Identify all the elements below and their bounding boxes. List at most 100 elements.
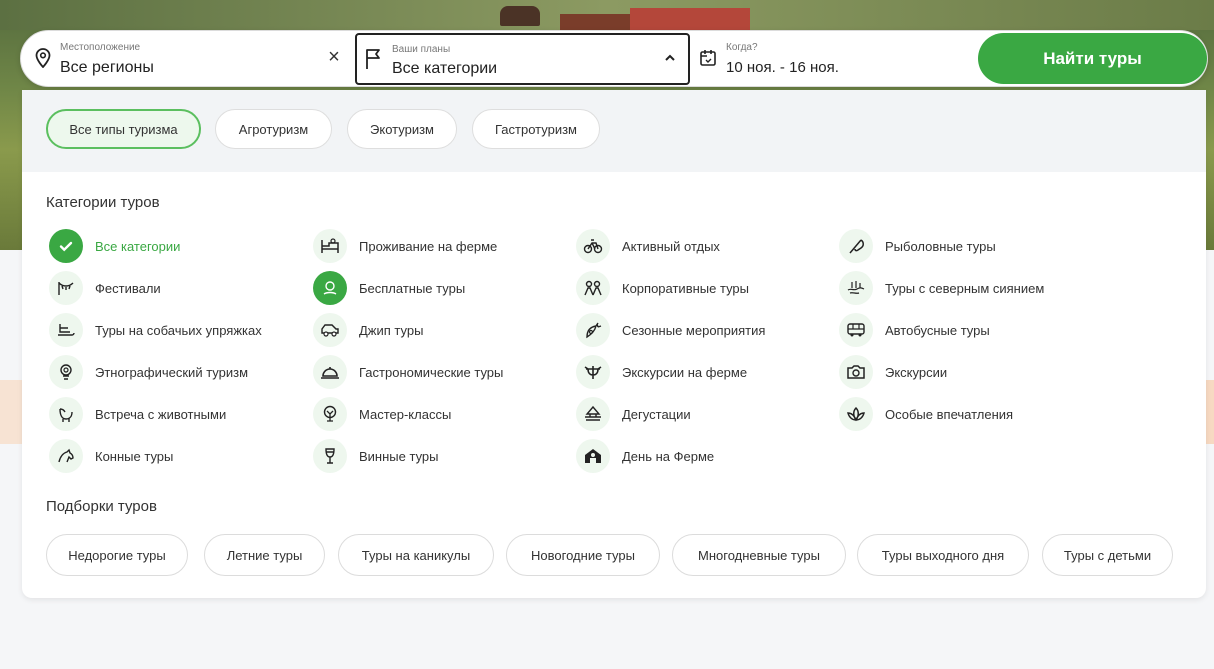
category-special[interactable]: Особые впечатления [839, 396, 1013, 432]
category-tasting[interactable]: Дегустации [576, 396, 691, 432]
garland-icon [49, 271, 83, 305]
category-label: Винные туры [359, 448, 439, 464]
location-field[interactable]: Местоположение Все регионы × [21, 31, 355, 86]
flag-icon [365, 48, 383, 75]
tourism-type-strip: Все типы туризма Агротуризм Экотуризм Га… [22, 90, 1206, 172]
category-label: День на Ферме [622, 448, 715, 464]
category-label: Активный отдых [622, 238, 720, 254]
category-label: Гастрономические туры [359, 364, 504, 380]
category-fishing[interactable]: Рыболовные туры [839, 228, 996, 264]
category-free[interactable]: Бесплатные туры [313, 270, 465, 306]
jeep-icon [313, 313, 347, 347]
sled-icon [49, 313, 83, 347]
category-label: Фестивали [95, 280, 161, 296]
horse-icon [49, 439, 83, 473]
chip-agrotourism[interactable]: Агротуризм [215, 109, 332, 149]
aurora-icon [839, 271, 873, 305]
chevron-up-icon[interactable] [663, 51, 677, 70]
plans-dropdown[interactable]: Ваши планы Все категории [355, 33, 690, 85]
collections-title: Подборки туров [46, 498, 157, 515]
category-label: Сезонные мероприятия [622, 322, 766, 338]
ethno-icon [49, 355, 83, 389]
category-farm-excursion[interactable]: Экскурсии на ферме [576, 354, 747, 390]
plans-value: Все категории [392, 60, 498, 77]
location-pin-icon [35, 48, 51, 73]
location-label: Местоположение [60, 42, 141, 53]
category-label: Встреча с животными [95, 406, 227, 422]
category-seasonal[interactable]: Сезонные мероприятия [576, 312, 765, 348]
category-corporate[interactable]: Корпоративные туры [576, 270, 749, 306]
date-field[interactable]: Когда? 10 ноя. - 16 ноя. [699, 31, 959, 86]
category-farm-day[interactable]: День на Ферме [576, 438, 714, 474]
bicycle-icon [576, 229, 610, 263]
category-label: Мастер-классы [359, 406, 452, 422]
collection-holidays[interactable]: Туры на каникулы [338, 534, 494, 576]
category-active[interactable]: Активный отдых [576, 228, 720, 264]
clear-location-icon[interactable]: × [324, 47, 344, 67]
farm-excursion-icon [576, 355, 610, 389]
wine-glass-icon [313, 439, 347, 473]
category-animals[interactable]: Встреча с животными [49, 396, 226, 432]
plans-label: Ваши планы [392, 44, 451, 55]
location-value: Все регионы [60, 59, 154, 76]
categories-title: Категории туров [46, 194, 160, 211]
collection-new-year[interactable]: Новогодние туры [506, 534, 660, 576]
category-label: Бесплатные туры [359, 280, 466, 296]
camera-icon [839, 355, 873, 389]
category-excursions[interactable]: Экскурсии [839, 354, 947, 390]
free-tour-icon [313, 271, 347, 305]
category-label: Туры на собачьих упряжках [95, 322, 262, 338]
farmhouse-icon [576, 439, 610, 473]
category-label: Рыболовные туры [885, 238, 996, 254]
lotus-icon [839, 397, 873, 431]
seasonal-icon [576, 313, 610, 347]
category-label: Особые впечатления [885, 406, 1014, 422]
hero-horse [500, 6, 540, 26]
category-label: Корпоративные туры [622, 280, 749, 296]
collection-kids[interactable]: Туры с детьми [1042, 534, 1173, 576]
fishing-icon [839, 229, 873, 263]
category-horse[interactable]: Конные туры [49, 438, 173, 474]
category-ethno[interactable]: Этнографический туризм [49, 354, 248, 390]
collection-summer[interactable]: Летние туры [204, 534, 325, 576]
collection-multi-day[interactable]: Многодневные туры [672, 534, 846, 576]
chip-ecotourism[interactable]: Экотуризм [347, 109, 457, 149]
category-aurora[interactable]: Туры с северным сиянием [839, 270, 1044, 306]
group-icon [576, 271, 610, 305]
chip-all-types[interactable]: Все типы туризма [46, 109, 201, 149]
category-label: Экскурсии [885, 364, 948, 380]
category-jeep[interactable]: Джип туры [313, 312, 423, 348]
cloche-icon [313, 355, 347, 389]
date-label: Когда? [726, 42, 758, 53]
search-bar: Местоположение Все регионы × Ваши планы … [20, 30, 1208, 87]
categories-panel: Все типы туризма Агротуризм Экотуризм Га… [22, 90, 1206, 598]
category-farm-stay[interactable]: Проживание на ферме [313, 228, 497, 264]
category-festivals[interactable]: Фестивали [49, 270, 161, 306]
category-label: Конные туры [95, 448, 174, 464]
category-bus[interactable]: Автобусные туры [839, 312, 990, 348]
category-label: Джип туры [359, 322, 424, 338]
category-label: Проживание на ферме [359, 238, 498, 254]
check-icon [49, 229, 83, 263]
category-wine[interactable]: Винные туры [313, 438, 439, 474]
category-all[interactable]: Все категории [49, 228, 180, 264]
category-dog-sled[interactable]: Туры на собачьих упряжках [49, 312, 262, 348]
animal-icon [49, 397, 83, 431]
category-label: Автобусные туры [885, 322, 990, 338]
category-label: Все категории [95, 238, 181, 254]
collection-weekend[interactable]: Туры выходного дня [857, 534, 1029, 576]
category-label: Экскурсии на ферме [622, 364, 748, 380]
chip-gastrotourism[interactable]: Гастротуризм [472, 109, 600, 149]
tasting-icon [576, 397, 610, 431]
bed-icon [313, 229, 347, 263]
category-masterclass[interactable]: Мастер-классы [313, 396, 451, 432]
collection-budget[interactable]: Недорогие туры [46, 534, 188, 576]
masterclass-icon [313, 397, 347, 431]
background-strip-left [0, 380, 22, 444]
calendar-icon [699, 49, 717, 72]
hero-barn [630, 8, 750, 32]
bus-icon [839, 313, 873, 347]
date-value: 10 ноя. - 16 ноя. [726, 59, 839, 76]
find-tours-button[interactable]: Найти туры [978, 33, 1207, 84]
category-gastro[interactable]: Гастрономические туры [313, 354, 503, 390]
